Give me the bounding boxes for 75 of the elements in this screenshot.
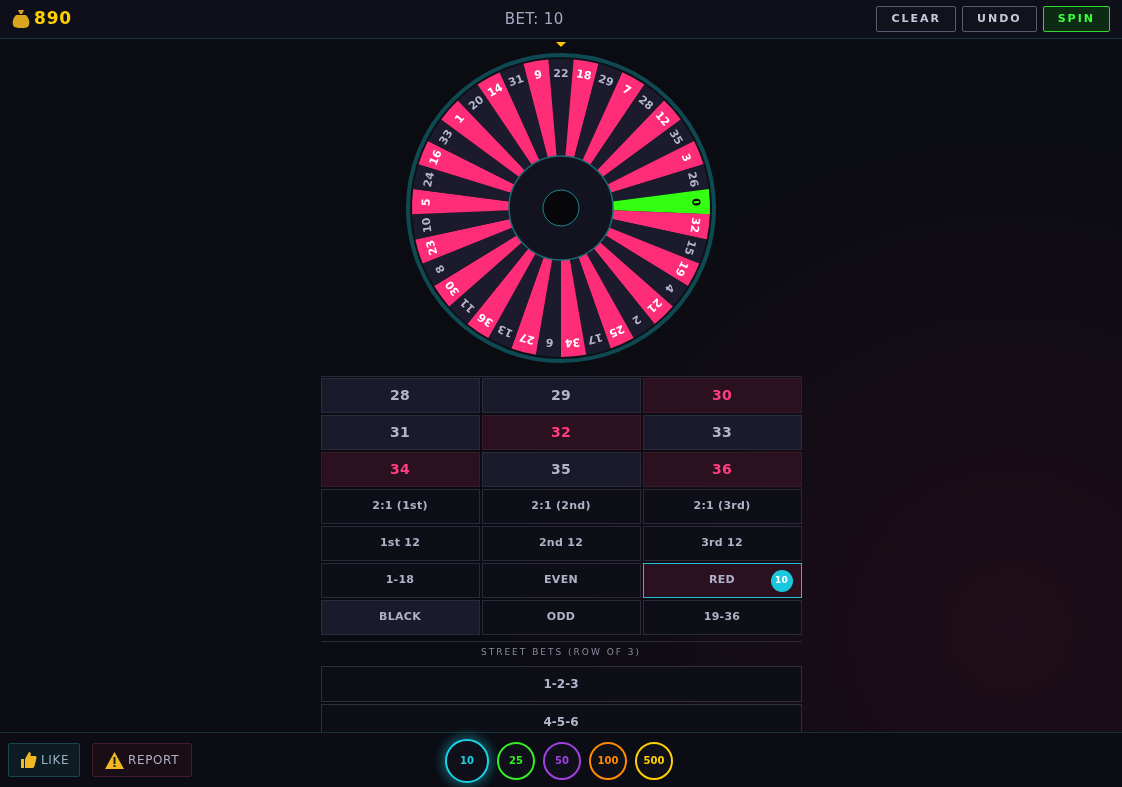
bet-cell[interactable]: ODD xyxy=(481,600,641,635)
street-bet-row[interactable]: 1-2-3 xyxy=(320,665,802,702)
bet-cell[interactable]: 36 xyxy=(642,452,802,487)
bet-cell[interactable]: 32 xyxy=(481,415,641,450)
bet-cell[interactable]: 1-18 xyxy=(320,563,480,598)
pocket-number: 9 xyxy=(533,67,544,82)
pocket-number: 33 xyxy=(436,127,456,148)
pocket-number: 18 xyxy=(575,67,593,83)
pocket-number: 14 xyxy=(485,80,505,100)
bet-cell[interactable]: EVEN xyxy=(481,563,641,598)
pocket-number: 20 xyxy=(466,93,487,113)
bet-chip: 10 xyxy=(770,570,793,592)
pocket-number: 2 xyxy=(629,312,644,328)
like-button[interactable]: LIKE xyxy=(8,743,81,777)
chip-button[interactable]: 25 xyxy=(497,741,535,780)
pocket-number: 4 xyxy=(662,281,678,296)
bet-cell[interactable]: 2:1 (3rd) xyxy=(642,489,802,524)
pocket-number: 15 xyxy=(681,238,699,257)
pointer-icon xyxy=(556,42,566,47)
warning-icon xyxy=(105,751,125,769)
report-button[interactable]: REPORT xyxy=(92,743,193,777)
bet-amount: BET: 10 xyxy=(504,8,564,30)
bet-cell[interactable]: 2:1 (1st) xyxy=(320,489,480,524)
pocket-number: 17 xyxy=(585,330,605,347)
balance-amount: 890 xyxy=(34,7,73,31)
pocket-number: 26 xyxy=(685,170,701,189)
bet-cell[interactable]: 29 xyxy=(481,378,641,413)
action-button[interactable]: UNDO xyxy=(962,6,1037,32)
pocket-number: 29 xyxy=(596,72,616,90)
bet-cell[interactable]: 2nd 12 xyxy=(481,526,641,561)
pocket-number: 8 xyxy=(432,262,448,276)
pocket-number: 36 xyxy=(475,310,496,330)
chip-button[interactable]: 500 xyxy=(635,741,673,780)
pocket-number: 5 xyxy=(419,198,433,207)
section-title: STREET BETS (ROW OF 3) xyxy=(479,646,643,659)
pocket-number: 27 xyxy=(517,330,537,347)
bet-cell[interactable]: 33 xyxy=(642,415,802,450)
wheel-center xyxy=(542,189,580,227)
pocket-number: 35 xyxy=(666,127,686,148)
action-button[interactable]: CLEAR xyxy=(876,6,957,32)
bet-cell[interactable]: 30 xyxy=(642,378,802,413)
pocket-number: 16 xyxy=(426,148,445,168)
chip-button[interactable]: 100 xyxy=(589,741,627,780)
bet-cell[interactable]: 2:1 (2nd) xyxy=(481,489,641,524)
pocket-number: 21 xyxy=(644,295,665,316)
bet-cell[interactable]: 28 xyxy=(320,378,480,413)
pocket-number: 34 xyxy=(564,335,581,350)
bet-cell[interactable]: 1st 12 xyxy=(320,526,480,561)
bet-cell[interactable]: 35 xyxy=(481,452,641,487)
pocket-number: 1 xyxy=(452,111,468,126)
pocket-number: 0 xyxy=(689,198,703,207)
pocket-number: 19 xyxy=(672,259,691,279)
chip-button[interactable]: 50 xyxy=(543,741,581,780)
pocket-number: 6 xyxy=(545,335,554,350)
pocket-number: 23 xyxy=(423,238,441,257)
street-bet-row[interactable]: 4-5-6 xyxy=(320,703,802,732)
spin-button[interactable]: SPIN xyxy=(1042,6,1110,32)
bet-cell[interactable]: 19-36 xyxy=(642,600,802,635)
bet-cell[interactable]: RED 10 xyxy=(642,563,802,598)
bet-cell[interactable]: BLACK xyxy=(320,600,480,635)
pocket-number: 3 xyxy=(678,151,694,164)
pocket-number: 31 xyxy=(506,72,526,90)
pocket-number: 32 xyxy=(687,216,703,234)
pocket-number: 13 xyxy=(495,321,516,341)
pocket-number: 10 xyxy=(419,216,435,234)
chip-button[interactable]: 10 xyxy=(445,738,489,783)
pocket-number: 7 xyxy=(620,82,634,98)
pocket-number: 24 xyxy=(421,170,437,189)
bet-cell[interactable]: 31 xyxy=(320,415,480,450)
money-bag-icon xyxy=(12,9,30,29)
bet-cell[interactable]: 3rd 12 xyxy=(642,526,802,561)
pocket-number: 22 xyxy=(553,66,569,80)
thumbs-up-icon xyxy=(19,751,37,769)
bet-cell[interactable]: 34 xyxy=(320,452,480,487)
pocket-number: 25 xyxy=(606,321,627,341)
